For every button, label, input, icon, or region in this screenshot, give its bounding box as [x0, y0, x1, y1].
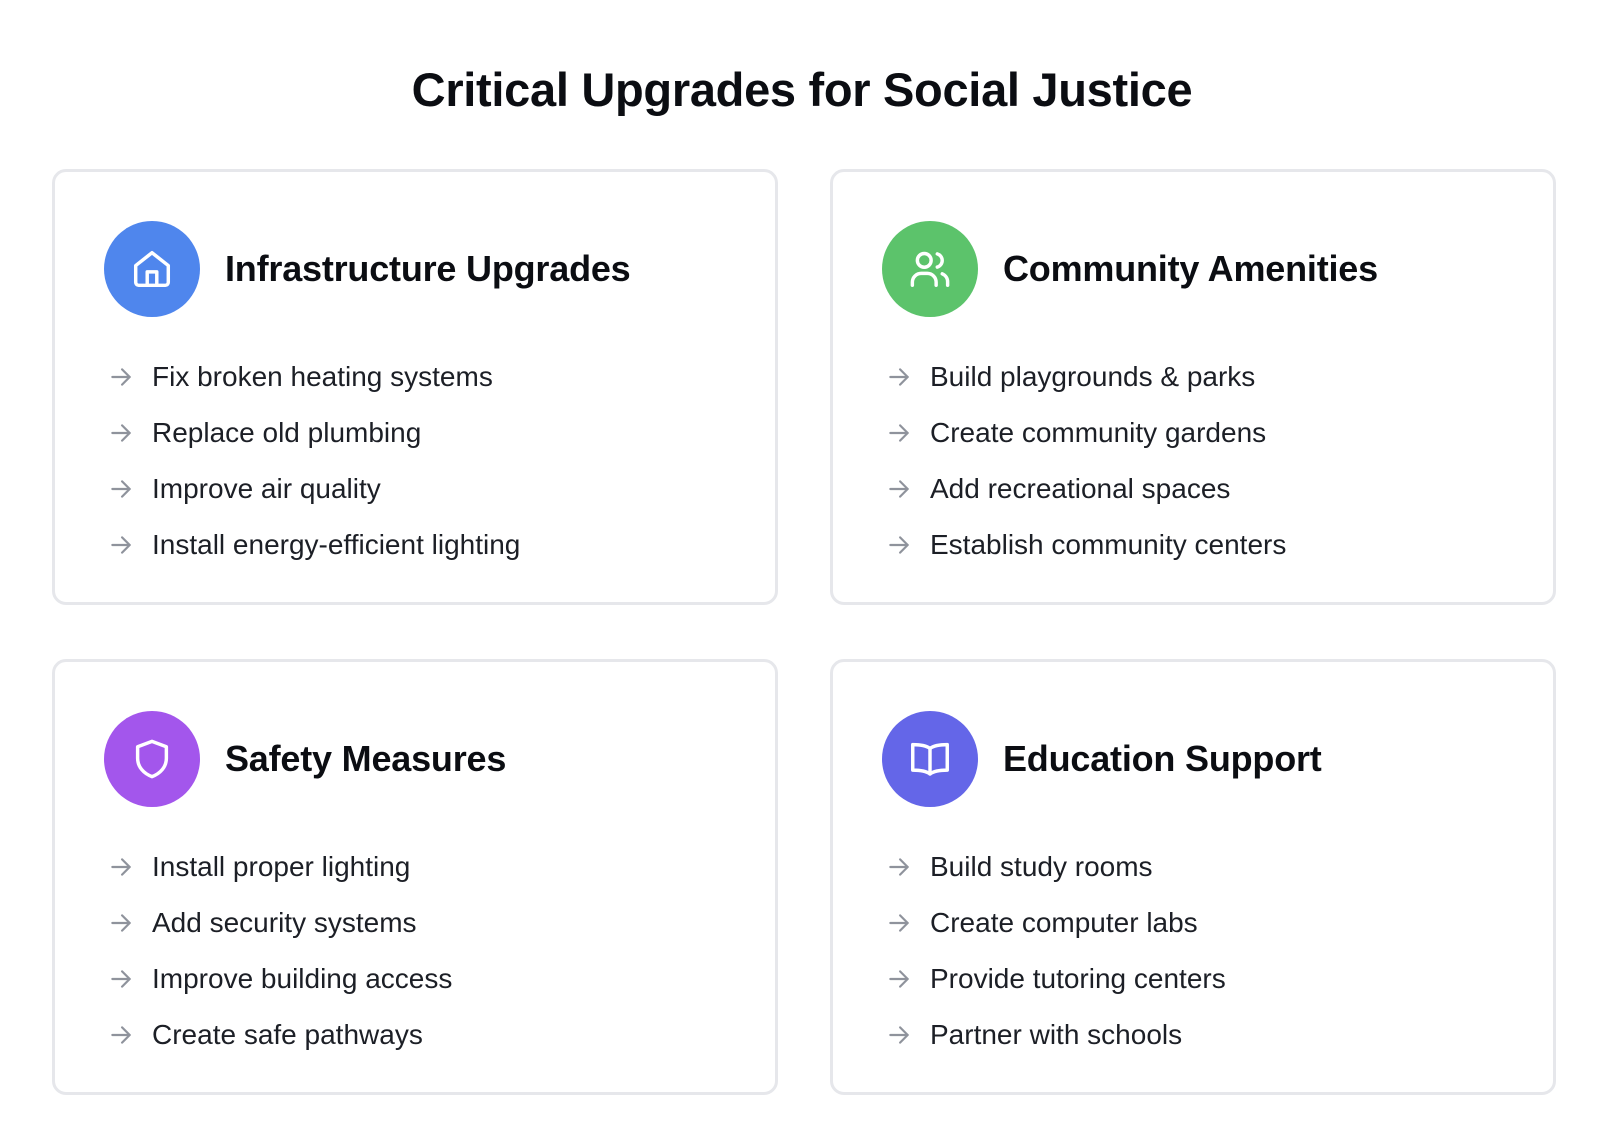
item-list: Install proper lighting Add security sys… — [108, 839, 452, 1063]
list-item: Partner with schools — [886, 1007, 1226, 1063]
card-header: Education Support — [882, 711, 1322, 807]
list-item-label: Improve building access — [152, 963, 453, 994]
arrow-right-icon — [889, 970, 909, 988]
arrow-right-icon — [111, 970, 131, 988]
arrow-right-icon — [111, 914, 131, 932]
arrow-right-icon — [111, 368, 131, 386]
card-education-support: Education Support Build study rooms Crea… — [830, 659, 1556, 1095]
card-infrastructure-upgrades: Infrastructure Upgrades Fix broken heati… — [52, 169, 778, 605]
card-header: Community Amenities — [882, 221, 1378, 317]
list-item-label: Provide tutoring centers — [930, 963, 1226, 994]
list-item: Improve building access — [108, 951, 452, 1007]
users-icon — [882, 221, 978, 317]
list-item-label: Install energy-efficient lighting — [152, 529, 521, 560]
list-item-label: Replace old plumbing — [152, 417, 422, 448]
card-header: Safety Measures — [104, 711, 506, 807]
list-item-label: Establish community centers — [930, 529, 1287, 560]
list-item: Create community gardens — [886, 405, 1286, 461]
card-safety-measures: Safety Measures Install proper lighting … — [52, 659, 778, 1095]
book-icon — [882, 711, 978, 807]
home-icon — [104, 221, 200, 317]
arrow-right-icon — [111, 858, 131, 876]
page-title: Critical Upgrades for Social Justice — [411, 63, 1193, 116]
arrow-right-icon — [111, 536, 131, 554]
list-item-label: Create computer labs — [930, 907, 1198, 938]
shield-icon — [104, 711, 200, 807]
arrow-right-icon — [111, 1026, 131, 1044]
list-item: Install energy-efficient lighting — [108, 517, 520, 573]
list-item-label: Create safe pathways — [152, 1019, 423, 1050]
arrow-right-icon — [889, 914, 909, 932]
list-item-label: Build study rooms — [930, 851, 1153, 882]
arrow-right-icon — [889, 536, 909, 554]
list-item: Fix broken heating systems — [108, 349, 520, 405]
list-item: Build playgrounds & parks — [886, 349, 1286, 405]
list-item-label: Partner with schools — [930, 1019, 1183, 1050]
list-item-label: Fix broken heating systems — [152, 361, 493, 392]
list-item: Create computer labs — [886, 895, 1226, 951]
list-item: Establish community centers — [886, 517, 1286, 573]
item-list: Fix broken heating systems Replace old p… — [108, 349, 520, 573]
card-community-amenities: Community Amenities Build playgrounds & … — [830, 169, 1556, 605]
list-item-label: Add security systems — [152, 907, 417, 938]
item-list: Build playgrounds & parks Create communi… — [886, 349, 1286, 573]
list-item: Improve air quality — [108, 461, 520, 517]
list-item-label: Build playgrounds & parks — [930, 361, 1256, 392]
list-item: Create safe pathways — [108, 1007, 452, 1063]
arrow-right-icon — [889, 368, 909, 386]
card-title: Safety Measures — [225, 738, 507, 779]
item-list: Build study rooms Create computer labs P… — [886, 839, 1226, 1063]
arrow-right-icon — [111, 480, 131, 498]
list-item-label: Install proper lighting — [152, 851, 411, 882]
card-title: Education Support — [1003, 738, 1322, 779]
card-title: Community Amenities — [1003, 248, 1378, 289]
card-header: Infrastructure Upgrades — [104, 221, 631, 317]
list-item: Replace old plumbing — [108, 405, 520, 461]
list-item: Add security systems — [108, 895, 452, 951]
arrow-right-icon — [889, 480, 909, 498]
arrow-right-icon — [889, 1026, 909, 1044]
list-item: Add recreational spaces — [886, 461, 1286, 517]
arrow-right-icon — [889, 424, 909, 442]
list-item: Build study rooms — [886, 839, 1226, 895]
list-item-label: Add recreational spaces — [930, 473, 1231, 504]
list-item-label: Create community gardens — [930, 417, 1267, 448]
list-item: Install proper lighting — [108, 839, 452, 895]
card-title: Infrastructure Upgrades — [225, 248, 631, 289]
list-item-label: Improve air quality — [152, 473, 381, 504]
arrow-right-icon — [889, 858, 909, 876]
list-item: Provide tutoring centers — [886, 951, 1226, 1007]
arrow-right-icon — [111, 424, 131, 442]
